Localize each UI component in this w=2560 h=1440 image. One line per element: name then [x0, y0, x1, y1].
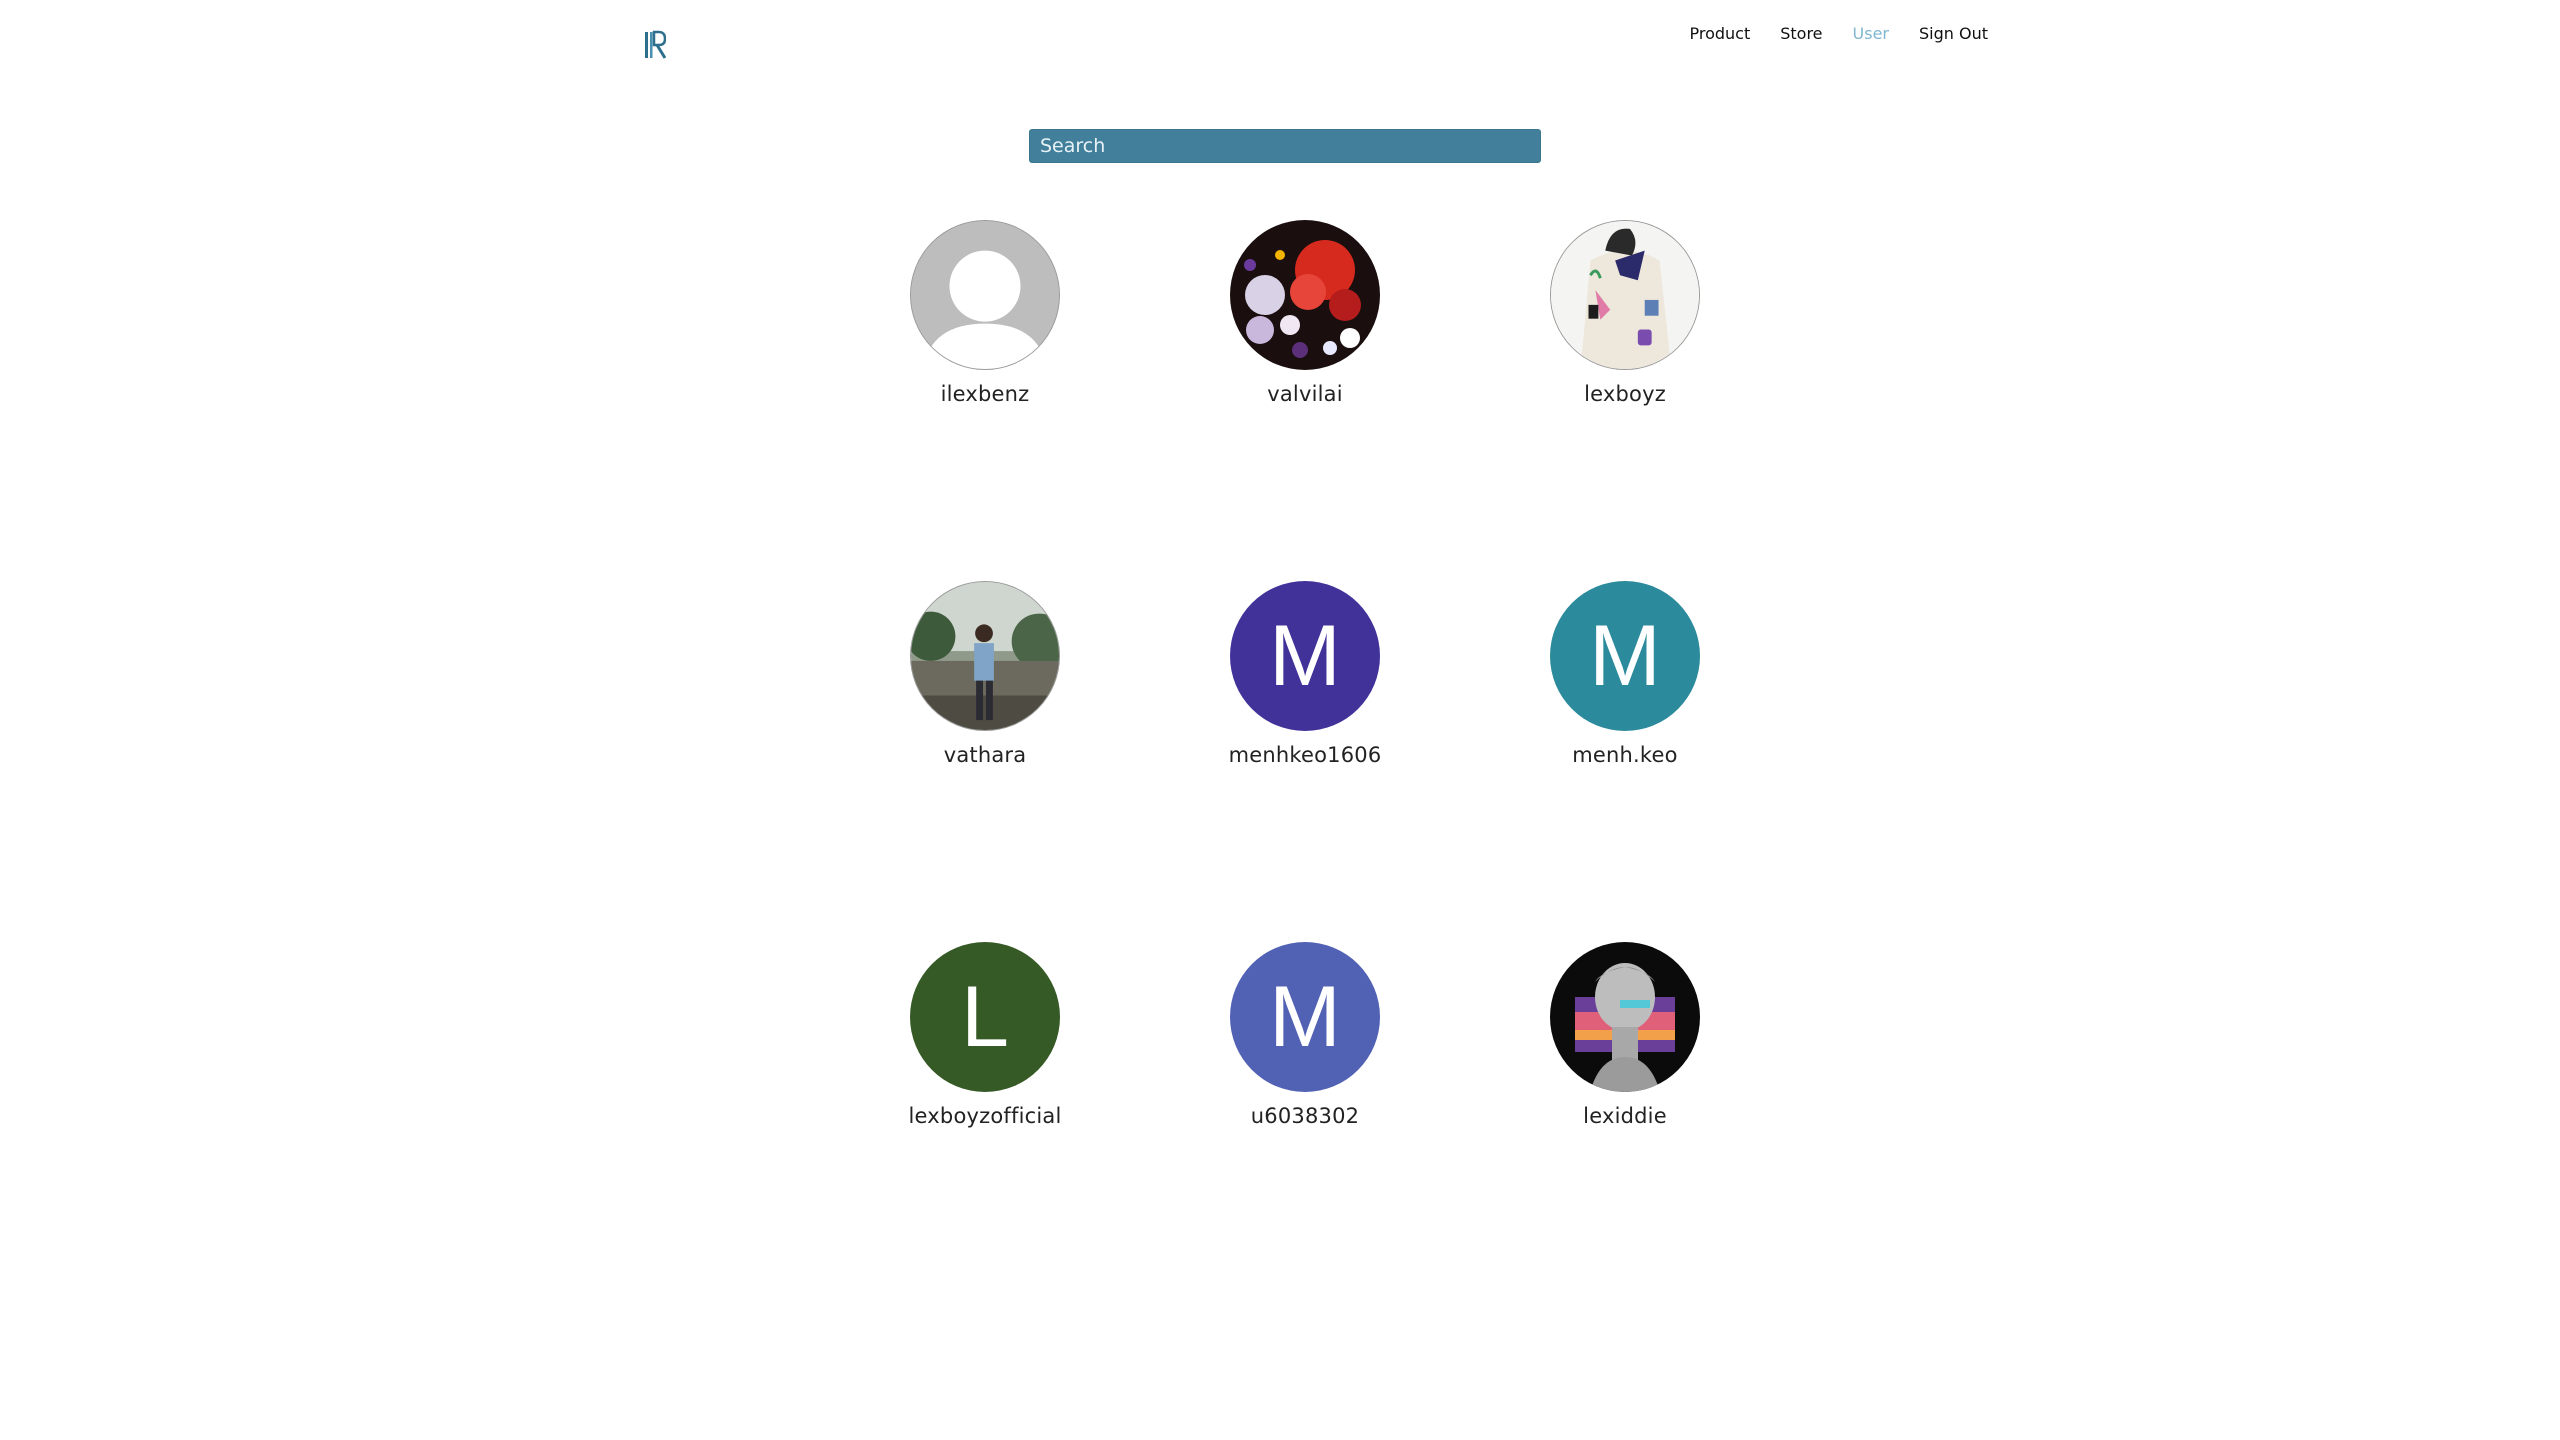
user-card[interactable]: lexboyz	[1465, 220, 1785, 581]
letter-avatar: M	[1550, 581, 1700, 731]
avatar-letter: L	[961, 969, 1009, 1065]
username: menh.keo	[1572, 743, 1678, 767]
username: valvilai	[1267, 382, 1343, 406]
user-card[interactable]: L lexboyzofficial	[825, 942, 1145, 1303]
user-page: Product Store User Sign Out ilexbenz	[0, 0, 2560, 1440]
user-card[interactable]: M menh.keo	[1465, 581, 1785, 942]
username: vathara	[943, 743, 1027, 767]
username: menhkeo1606	[1228, 743, 1382, 767]
avatar-letter: M	[1269, 969, 1341, 1065]
user-grid: ilexbenz valvilai lexboyz vathara M menh…	[825, 220, 1785, 1303]
user-photo	[1230, 220, 1380, 370]
r-logo-icon[interactable]	[644, 30, 667, 60]
nav-product[interactable]: Product	[1689, 24, 1750, 43]
letter-avatar: M	[1230, 581, 1380, 731]
letter-avatar: L	[910, 942, 1060, 1092]
user-photo	[910, 581, 1060, 731]
user-card[interactable]: M u6038302	[1145, 942, 1465, 1303]
username: ilexbenz	[940, 382, 1030, 406]
user-card[interactable]: M menhkeo1606	[1145, 581, 1465, 942]
search-input[interactable]	[1029, 129, 1541, 163]
letter-avatar: M	[1230, 942, 1380, 1092]
avatar-letter: M	[1269, 608, 1341, 704]
default-person-icon	[910, 220, 1060, 370]
username: lexiddie	[1583, 1104, 1667, 1128]
username: u6038302	[1250, 1104, 1360, 1128]
username: lexboyzofficial	[908, 1104, 1062, 1128]
avatar-letter: M	[1589, 608, 1661, 704]
user-photo	[1550, 942, 1700, 1092]
user-card[interactable]: lexiddie	[1465, 942, 1785, 1303]
nav-store[interactable]: Store	[1780, 24, 1822, 43]
username: lexboyz	[1584, 382, 1666, 406]
top-nav: Product Store User Sign Out	[1689, 24, 1988, 43]
user-card[interactable]: vathara	[825, 581, 1145, 942]
user-photo	[1550, 220, 1700, 370]
nav-user[interactable]: User	[1853, 24, 1889, 43]
nav-sign-out[interactable]: Sign Out	[1919, 24, 1988, 43]
user-card[interactable]: valvilai	[1145, 220, 1465, 581]
user-card[interactable]: ilexbenz	[825, 220, 1145, 581]
